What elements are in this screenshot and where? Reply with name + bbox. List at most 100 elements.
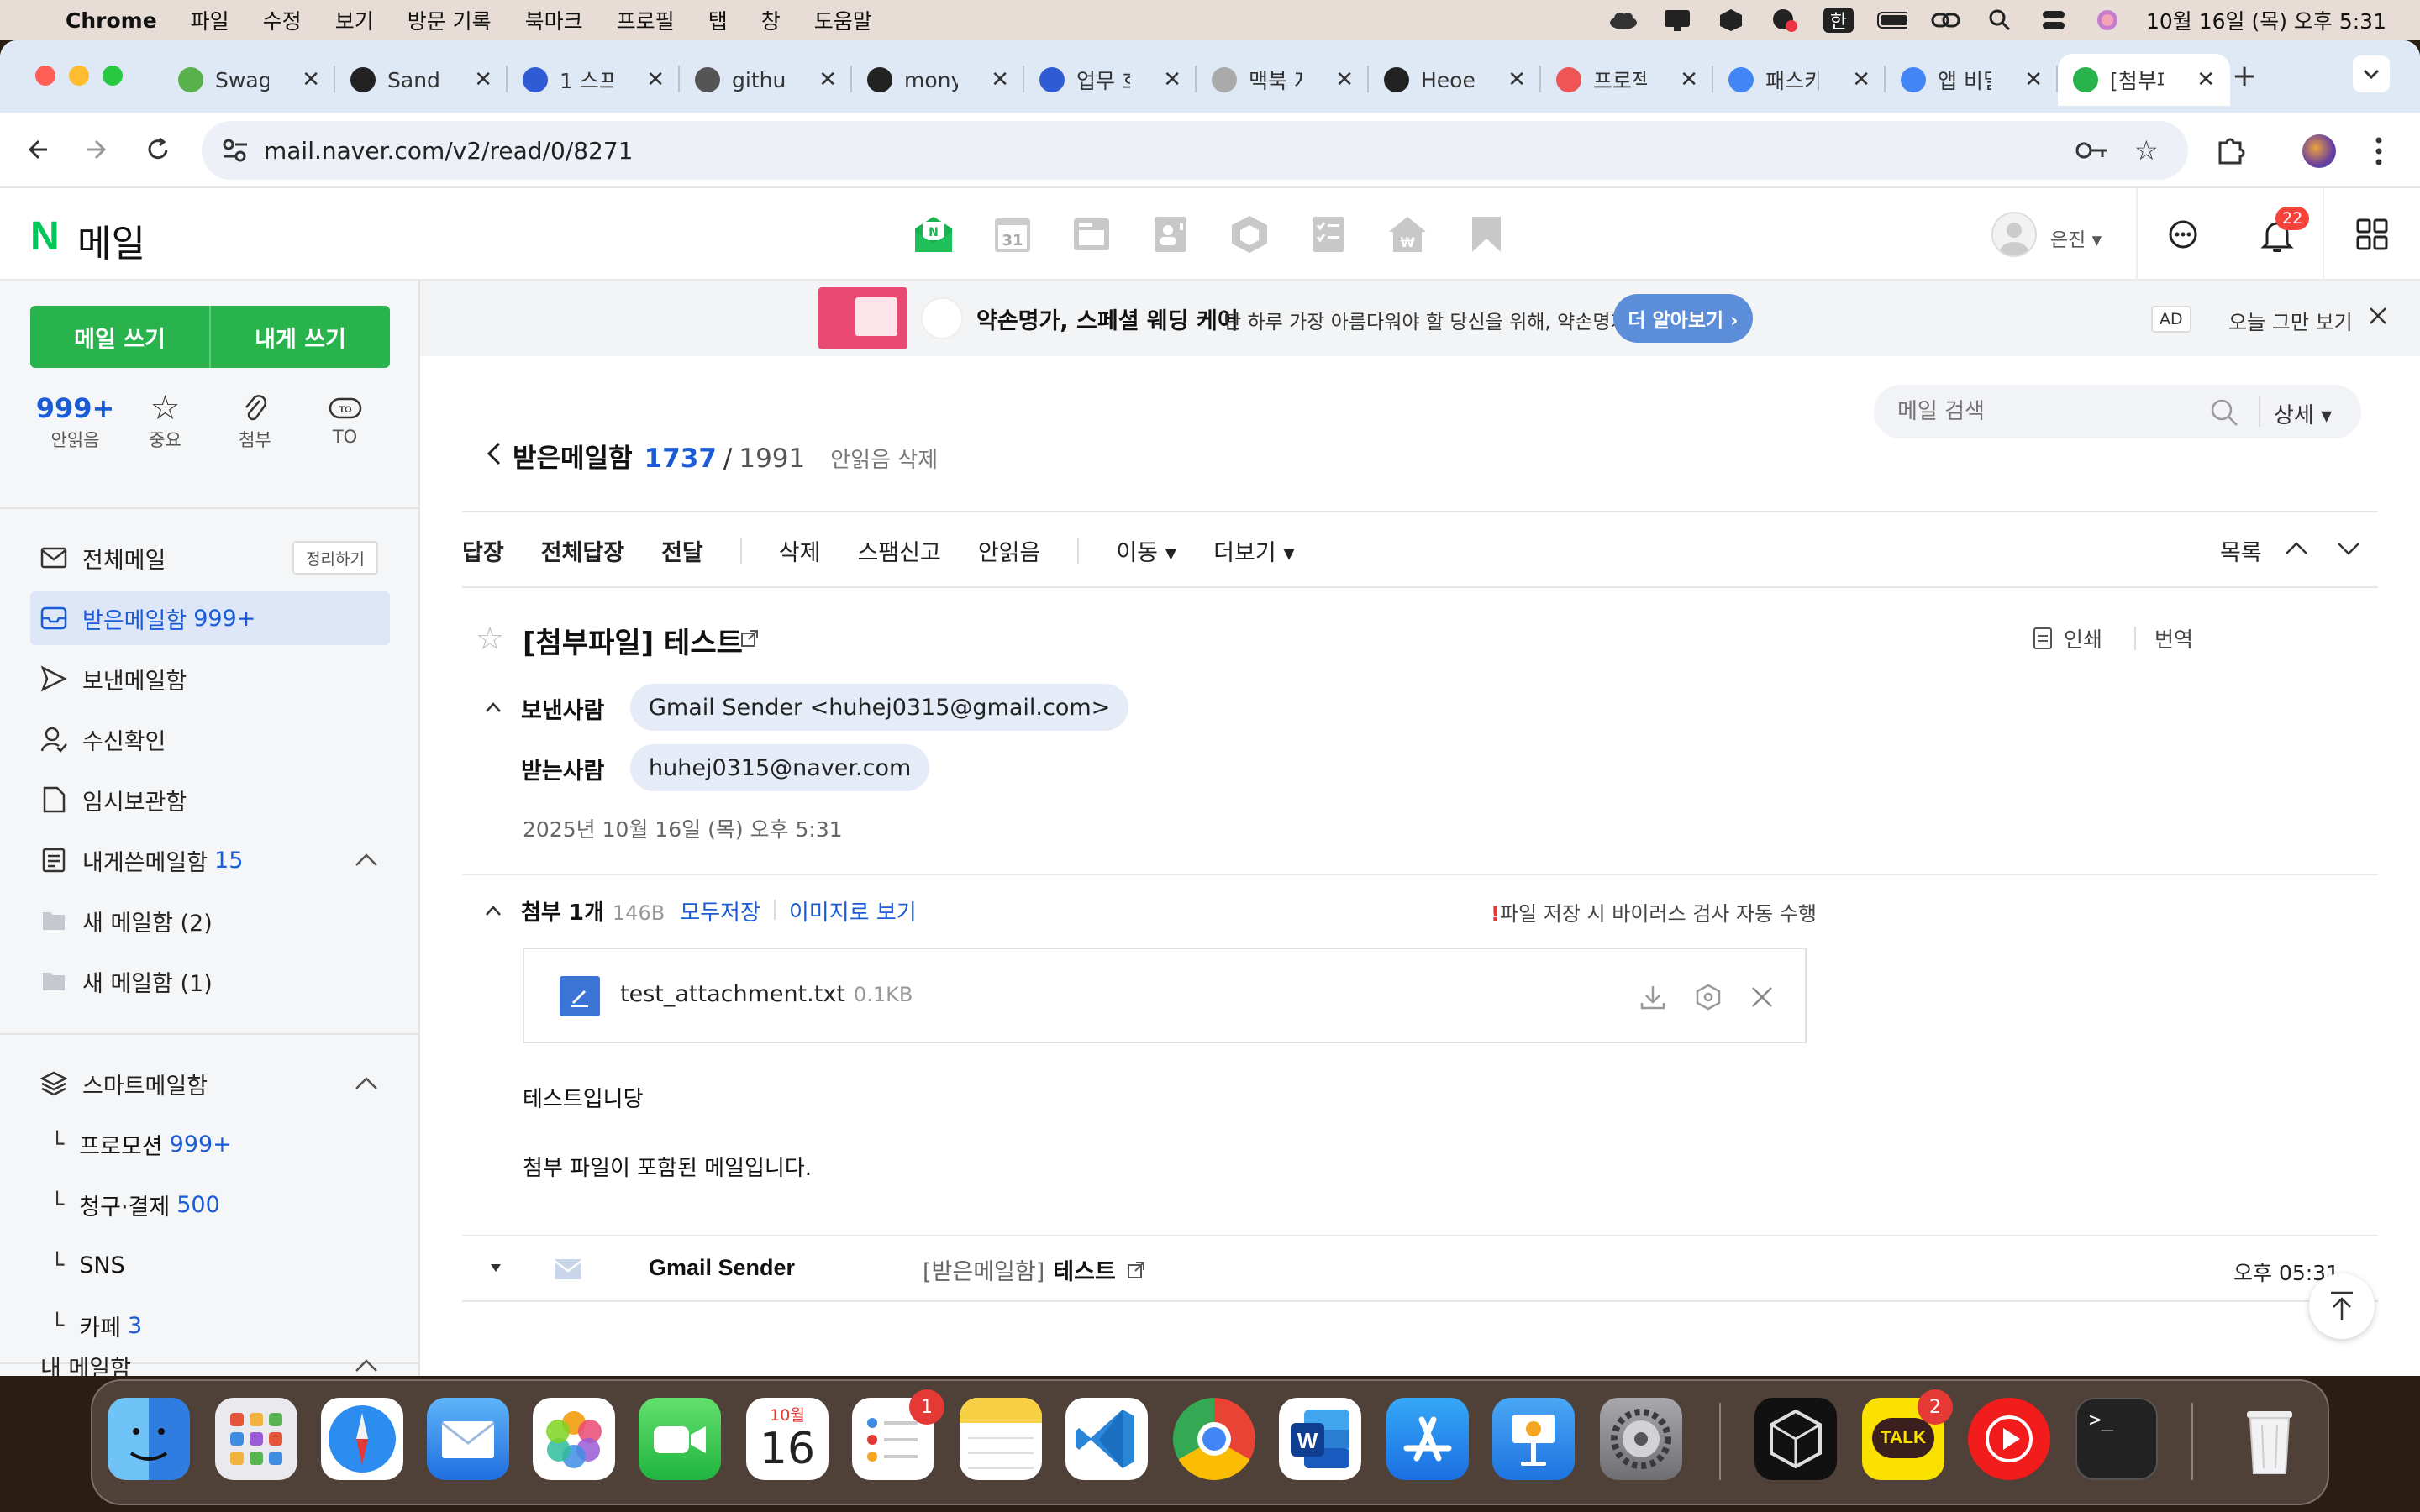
remove-attachment-close-icon[interactable] <box>1749 984 1775 1010</box>
menu-app-name[interactable]: Chrome <box>66 8 157 33</box>
folder-all-mail[interactable]: 전체메일 정리하기 <box>30 531 390 585</box>
password-key-icon[interactable] <box>2075 138 2109 163</box>
back-button[interactable] <box>17 129 57 170</box>
keynote-icon[interactable] <box>1492 1398 1575 1480</box>
tab-close-icon[interactable]: ✕ <box>302 67 320 92</box>
memo-app-icon[interactable] <box>1071 213 1113 255</box>
write-mail-button[interactable]: 메일 쓰기 <box>30 306 211 368</box>
tab-close-icon[interactable]: ✕ <box>1335 67 1354 92</box>
system-settings-icon[interactable] <box>1600 1398 1682 1480</box>
mail-search-input[interactable] <box>1897 395 2217 428</box>
more-dropdown[interactable]: 더보기 ▾ <box>1213 534 1295 567</box>
ad-close-icon[interactable] <box>2368 306 2388 326</box>
trash-icon[interactable] <box>2228 1398 2311 1480</box>
mailbox-title[interactable]: 받은메일함 <box>513 437 633 475</box>
extensions-icon[interactable] <box>2215 133 2249 166</box>
youtube-music-icon[interactable] <box>1968 1398 2050 1480</box>
chevron-up-icon[interactable] <box>355 1072 378 1095</box>
attachment-file-name[interactable]: test_attachment.txt <box>620 981 845 1007</box>
organize-button[interactable]: 정리하기 <box>292 541 378 575</box>
package-icon[interactable] <box>1716 8 1746 33</box>
tab-close-icon[interactable]: ✕ <box>474 67 492 92</box>
tab-search-button[interactable] <box>2353 55 2390 92</box>
browser-tab-10[interactable]: 패스키 ✕ <box>1713 54 1886 106</box>
household-ledger-icon[interactable]: ₩ <box>1386 213 1428 255</box>
ad-title[interactable]: 약손명가, 스페셜 웨딩 케어 <box>976 302 1239 335</box>
folder-new-box-1[interactable]: 새 메일함 (2) <box>30 894 390 948</box>
folder-sent[interactable]: 보낸메일함 <box>30 652 390 706</box>
siri-icon[interactable] <box>2092 8 2123 33</box>
attachment-filter[interactable]: 첨부 <box>210 390 300 452</box>
print-button[interactable]: 인쇄 <box>2030 623 2102 654</box>
reply-button[interactable]: 답장 <box>462 534 504 567</box>
ad-learn-more-button[interactable]: 더 알아보기 › <box>1613 294 1753 343</box>
unread-filter[interactable]: 999+ 안읽음 <box>30 390 120 452</box>
menu-help[interactable]: 도움말 <box>814 5 872 35</box>
chevron-up-icon[interactable] <box>355 848 378 872</box>
mark-unread-button[interactable]: 안읽음 <box>978 534 1041 567</box>
next-mail-chevron-down-icon[interactable] <box>2336 536 2361 561</box>
menu-view[interactable]: 보기 <box>335 5 374 35</box>
menu-window[interactable]: 창 <box>761 5 781 35</box>
smart-item-sns[interactable]: └ SNS <box>50 1240 125 1290</box>
terminal-icon[interactable]: >_ <box>2075 1398 2158 1480</box>
tab-close-icon[interactable]: ✕ <box>1163 67 1181 92</box>
tasks-app-icon[interactable] <box>1307 213 1349 255</box>
recipient-chip[interactable]: huhej0315@naver.com <box>630 744 930 791</box>
smart-item-promotion[interactable]: └ 프로모션 999+ <box>50 1119 232 1169</box>
talk-chat-icon[interactable] <box>2166 218 2200 252</box>
open-in-new-window-icon[interactable] <box>1126 1260 1146 1280</box>
expand-thread-caret-icon[interactable] <box>489 1262 502 1273</box>
tab-close-icon[interactable]: ✕ <box>991 67 1009 92</box>
thread-row[interactable]: Gmail Sender [받은메일함] 테스트 오후 05:31 <box>462 1236 2378 1302</box>
tab-close-icon[interactable]: ✕ <box>1852 67 1870 92</box>
contacts-app-icon[interactable] <box>1150 213 1192 255</box>
launchpad-icon[interactable] <box>215 1398 297 1480</box>
browser-tab-1[interactable]: Swag ✕ <box>163 54 335 106</box>
menu-bookmarks[interactable]: 북마크 <box>525 5 583 35</box>
chat-status-icon[interactable] <box>1770 8 1800 33</box>
tab-close-icon[interactable]: ✕ <box>1507 67 1526 92</box>
ad-description[interactable]: 단 하루 가장 아름다워야 할 당신을 위해, 약손명가 <box>1223 306 1628 334</box>
download-icon[interactable] <box>1639 983 1667 1011</box>
reply-all-button[interactable]: 전체답장 <box>541 534 624 567</box>
folder-smart[interactable]: 스마트메일함 <box>30 1057 390 1110</box>
display-icon[interactable] <box>1662 8 1692 33</box>
link-icon[interactable] <box>1931 8 1961 33</box>
view-as-image-button[interactable]: 이미지로 보기 <box>789 895 917 927</box>
menu-edit[interactable]: 수정 <box>263 5 302 35</box>
to-filter[interactable]: TO TO <box>300 390 390 452</box>
browser-tab-2[interactable]: Sandy ✕ <box>335 54 508 106</box>
mail-logo-text[interactable]: 메일 <box>77 213 145 267</box>
mail-star-icon[interactable]: ☆ <box>476 620 504 657</box>
browser-tab-7[interactable]: 맥북 지 ✕ <box>1197 54 1369 106</box>
zoom-window-button[interactable] <box>103 66 123 86</box>
sender-chip[interactable]: Gmail Sender <huhej0315@gmail.com> <box>630 684 1129 731</box>
menu-profiles[interactable]: 프로필 <box>617 5 675 35</box>
user-name[interactable]: 은진 ▾ <box>2050 223 2102 252</box>
browser-tab-5[interactable]: mony ✕ <box>852 54 1024 106</box>
new-tab-button[interactable]: + <box>2232 59 2257 93</box>
site-info-icon[interactable] <box>222 138 249 163</box>
save-all-button[interactable]: 모두저장 <box>680 895 760 927</box>
naver-logo[interactable]: N <box>30 213 60 260</box>
control-center-icon[interactable] <box>2039 8 2069 33</box>
word-icon[interactable]: W <box>1279 1398 1361 1480</box>
back-to-list-icon[interactable] <box>484 440 504 467</box>
chrome-menu-icon[interactable] <box>2375 136 2383 166</box>
minimize-window-button[interactable] <box>69 66 89 86</box>
safari-icon[interactable] <box>321 1398 403 1480</box>
cursor-app-icon[interactable] <box>1754 1398 1837 1480</box>
calendar-icon[interactable]: 10월 16 <box>746 1398 829 1480</box>
folder-read-receipt[interactable]: 수신확인 <box>30 712 390 766</box>
input-method-icon[interactable]: 한 <box>1823 8 1854 33</box>
finder-icon[interactable] <box>108 1398 190 1480</box>
tab-close-icon[interactable]: ✕ <box>1680 67 1698 92</box>
mybox-app-icon[interactable] <box>1228 213 1270 255</box>
tab-close-icon[interactable]: ✕ <box>2196 67 2215 92</box>
folder-inbox[interactable]: 받은메일함 999+ <box>30 591 390 645</box>
chevron-up-icon[interactable] <box>355 1354 378 1376</box>
facetime-icon[interactable] <box>639 1398 721 1480</box>
delete-button[interactable]: 삭제 <box>779 534 821 567</box>
bookmark-app-icon[interactable] <box>1465 213 1507 255</box>
